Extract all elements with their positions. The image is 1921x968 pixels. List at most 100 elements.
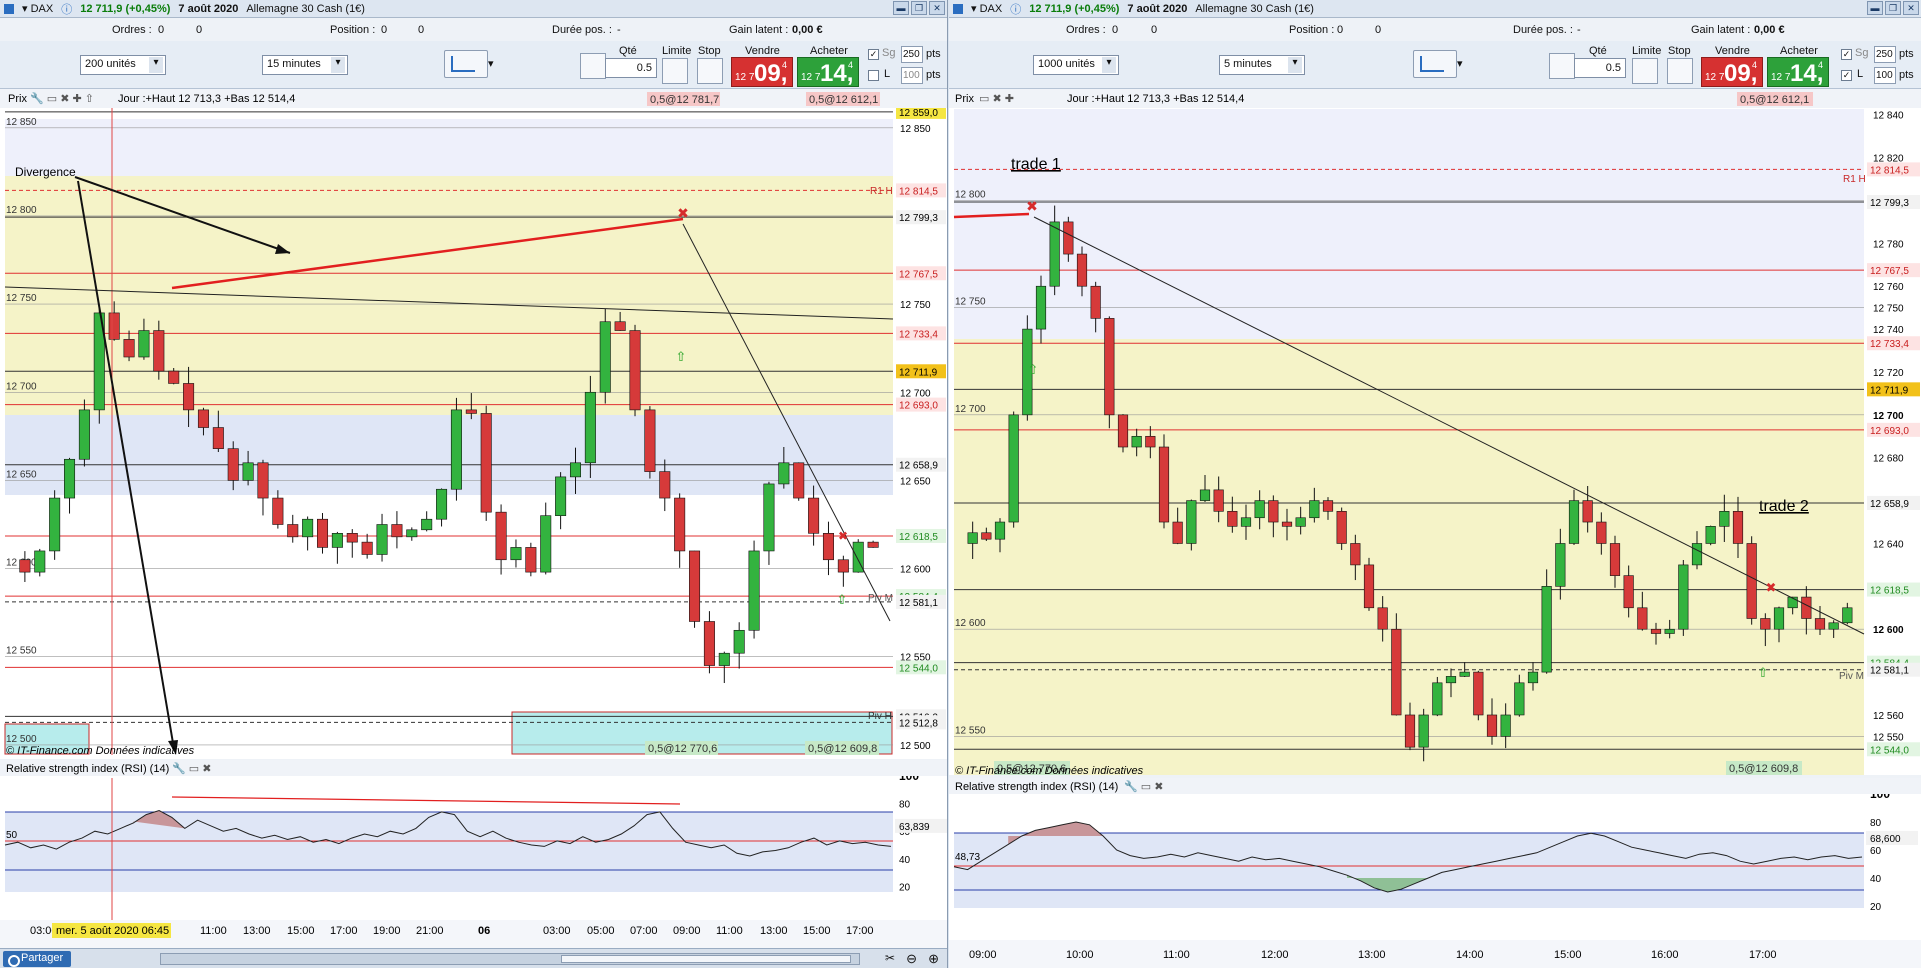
candle-body — [1090, 285, 1101, 319]
price-axis-label: 12 720 — [1873, 368, 1904, 379]
qte-input[interactable]: 0.5 — [1574, 58, 1626, 78]
price-tag-text: 12 581,1 — [899, 598, 938, 609]
candle-body — [1227, 511, 1238, 527]
scissors-icon[interactable]: ✂ — [885, 951, 895, 965]
price-tag-text: 12 733,4 — [899, 329, 938, 340]
chart-type-button[interactable] — [444, 50, 488, 78]
candle-body — [316, 518, 329, 548]
units-select[interactable]: 1000 unités — [1033, 55, 1119, 75]
candle-body — [49, 497, 61, 552]
chart-type-button[interactable] — [1413, 50, 1457, 78]
candle-body — [1268, 500, 1279, 523]
window-buttons: ▬ ❐ ✕ — [1867, 1, 1919, 15]
gain-value: 0,00 € — [792, 24, 823, 36]
candle-body — [1814, 618, 1826, 630]
pts-input-1[interactable]: 250 — [901, 46, 923, 63]
candle-body — [1486, 714, 1498, 737]
right-title-bar: ▾ DAX ⓘ 12 711,9 (+0,45%) 7 août 2020 Al… — [949, 0, 1921, 18]
close-icon[interactable]: ✕ — [1903, 1, 1919, 15]
buy-button[interactable]: 12 7 14, 4 — [797, 57, 859, 87]
right-time-axis[interactable]: 09:00 10:00 11:00 12:00 13:00 14:00 15:00 16:00… — [949, 940, 1921, 968]
right-price-chart[interactable]: 12 800 12 750 12 700 12 600 12 550 trade 1 t… — [949, 89, 1921, 775]
price-inline-label: 12 650 — [6, 469, 37, 480]
price-tag-text: 12 658,9 — [1870, 499, 1909, 510]
candle-body — [138, 330, 150, 358]
pts-input-2[interactable]: 100 — [901, 67, 923, 84]
ordres-value: 0 — [158, 24, 165, 36]
candle-body — [981, 532, 992, 540]
candle-body — [450, 409, 462, 490]
sell-button[interactable]: 12 7 09, 4 — [1701, 57, 1763, 87]
pts-input-1[interactable]: 250 — [1874, 46, 1896, 63]
timeframe-select[interactable]: 5 minutes — [1219, 55, 1305, 75]
horizontal-scrollbar[interactable] — [160, 953, 860, 965]
panel-toolbar-icons[interactable]: ▭ ✖ ✚ — [979, 93, 1014, 105]
sell-button[interactable]: 12 7 09, 4 — [731, 57, 793, 87]
zoom-out-icon[interactable]: ⊖ — [906, 951, 917, 967]
limite-order-button[interactable] — [662, 58, 688, 84]
buy-price-decimal: 4 — [1818, 60, 1824, 70]
maximize-icon[interactable]: ❐ — [911, 1, 927, 15]
close-icon[interactable]: ✕ — [929, 1, 945, 15]
time-axis-label: 21:00 — [416, 925, 444, 937]
rsi-axis-label: 60 — [1870, 846, 1882, 857]
ordres-label: Ordres : — [112, 24, 152, 36]
panel-toolbar-icons[interactable]: 🔧 ▭ ✖ ✚ ⇧ — [30, 91, 94, 105]
day-high-low-info: Jour :+Haut 12 713,3 +Bas 12 514,4 — [118, 93, 295, 105]
time-axis-label: 03:00 — [543, 925, 571, 937]
rsi-panel-icons[interactable]: 🔧 ▭ ✖ — [1124, 779, 1163, 793]
candle-body — [1008, 414, 1019, 523]
left-price-chart[interactable]: 12 850 12 800 12 750 12 700 12 650 12 600 12 5… — [0, 89, 947, 759]
candle-body — [1828, 622, 1839, 630]
duree-value: - — [617, 24, 621, 36]
limite-order-button[interactable] — [1632, 58, 1658, 84]
qte-label: Qté — [1589, 45, 1607, 57]
stop-order-button[interactable] — [1667, 58, 1693, 84]
rsi-panel-icons[interactable]: 🔧 ▭ ✖ — [172, 761, 211, 775]
price-inline-label: 12 700 — [6, 381, 37, 392]
wrench-icon[interactable] — [1549, 53, 1575, 79]
rsi-tag-text: 68,600 — [1870, 834, 1901, 845]
maximize-icon[interactable]: ❐ — [1885, 1, 1901, 15]
l-checkbox[interactable] — [868, 70, 879, 81]
candle-body — [1650, 628, 1662, 634]
stop-order-button[interactable] — [697, 58, 723, 84]
price-panel-title: Prix — [955, 93, 974, 105]
ordres-value-2: 0 — [196, 24, 203, 36]
right-rsi-panel[interactable]: 1008060402068,600 Relative strength inde… — [949, 778, 1921, 940]
buy-button[interactable]: 12 7 14, 4 — [1767, 57, 1829, 87]
dropdown-arrow-icon[interactable]: ▾ — [488, 57, 494, 70]
wrench-icon[interactable] — [580, 53, 606, 79]
sg-checkbox[interactable]: ✓ — [868, 49, 879, 60]
candle-body — [1322, 500, 1334, 512]
time-axis-label: 05:00 — [587, 925, 615, 937]
position-value-2: 0 — [1375, 24, 1382, 36]
pts-input-2[interactable]: 100 — [1874, 67, 1896, 84]
qte-label: Qté — [619, 45, 637, 57]
badge-order-3-text: 0,5@12 609,8 — [1729, 763, 1798, 775]
share-button[interactable]: Partager — [3, 951, 71, 967]
left-rsi-panel[interactable]: 1008060402063,839 Relative strength inde… — [0, 760, 947, 920]
scrollbar-thumb[interactable] — [561, 955, 851, 963]
position-value: 0 — [1337, 24, 1344, 36]
timeframe-select[interactable]: 15 minutes — [262, 55, 348, 75]
symbol-dropdown[interactable]: ▾ DAX — [22, 2, 53, 15]
left-time-axis[interactable]: 03:00 11:00 13:00 15:00 17:00 19:00 21:00 06 03:… — [0, 920, 947, 948]
symbol-dropdown[interactable]: ▾ DAX — [971, 2, 1002, 15]
info-icon[interactable]: ⓘ — [1010, 1, 1021, 17]
zoom-in-icon[interactable]: ⊕ — [928, 951, 939, 967]
quote-value: 12 711,9 (+0,45%) — [80, 2, 171, 15]
units-select[interactable]: 200 unités — [80, 55, 166, 75]
time-axis-label: 06 — [478, 925, 490, 937]
l-checkbox[interactable]: ✓ — [1841, 70, 1852, 81]
info-icon[interactable]: ⓘ — [61, 1, 72, 17]
candle-body — [1473, 671, 1484, 716]
chart-icon — [953, 3, 963, 14]
dropdown-arrow-icon[interactable]: ▾ — [1457, 57, 1463, 70]
candle-body — [569, 462, 582, 478]
minimize-icon[interactable]: ▬ — [1867, 1, 1883, 15]
gain-value: 0,00 € — [1754, 24, 1785, 36]
minimize-icon[interactable]: ▬ — [893, 1, 909, 15]
qte-input[interactable]: 0.5 — [605, 58, 657, 78]
sg-checkbox[interactable]: ✓ — [1841, 49, 1852, 60]
